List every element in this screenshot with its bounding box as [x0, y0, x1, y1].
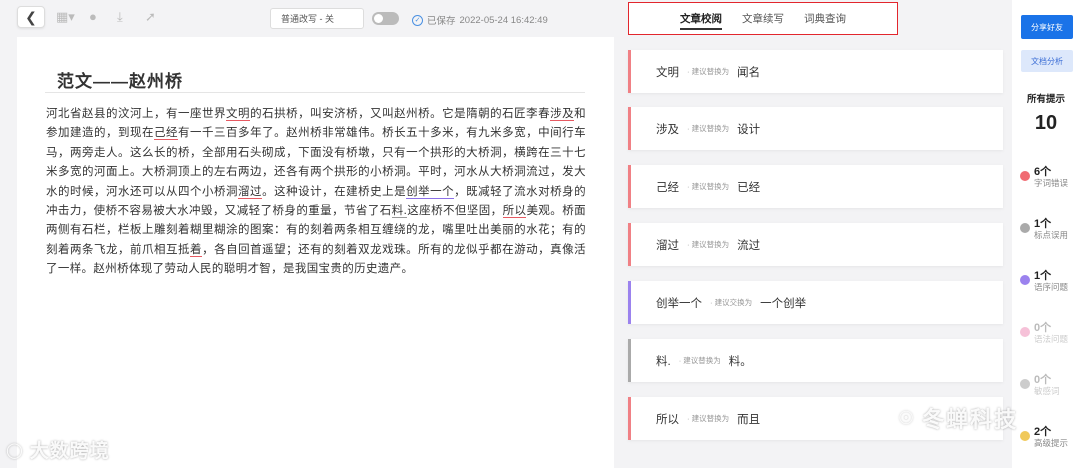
suggestion-hint: · 建议交换为: [710, 298, 753, 307]
rewrite-mode-label: 普通改写 - 关: [281, 14, 334, 24]
tab-dictionary[interactable]: 词典查询: [804, 11, 846, 26]
suggestion-type-bar: [628, 281, 631, 324]
right-sidebar: 分享好友 文档分析 所有提示 10 6个 字词错误 1个 标点误用 1个 语序问题 0个 语法…: [1012, 0, 1080, 468]
check-circle-icon: ✓: [412, 14, 423, 26]
suggestion-replacement[interactable]: 一个创举: [760, 295, 806, 311]
title-divider: [45, 92, 585, 93]
category-label: 敏感词: [1034, 386, 1060, 396]
suggestion-original: 文明: [656, 66, 679, 79]
suggestion-card[interactable]: 文明 · 建议替换为 闻名: [628, 50, 1003, 93]
document-analysis-button[interactable]: 文档分析: [1021, 50, 1073, 72]
category-label: 字词错误: [1034, 178, 1069, 188]
flagged-word[interactable]: 创举一个: [406, 185, 455, 199]
all-hints-count: 10: [1034, 112, 1058, 134]
category-dot-icon: [1020, 431, 1030, 441]
category-dot-icon: [1020, 327, 1030, 337]
document-body[interactable]: 河北省赵县的汶河上，有一座世界文明的石拱桥，叫安济桥，又叫赵州桥。它是隋朝的石匠…: [46, 105, 586, 280]
save-status: ✓ 已保存 2022-05-24 16:42:49: [412, 13, 548, 27]
tab-article-review[interactable]: 文章校阅: [680, 11, 722, 30]
category-label: 语序问题: [1034, 282, 1069, 292]
download-icon[interactable]: ⤓: [117, 10, 123, 24]
suggestion-original: 溜过: [656, 239, 679, 252]
suggestion-hint: · 建议替换为: [687, 182, 730, 191]
category-dot-icon: [1020, 171, 1030, 181]
hint-category[interactable]: 1个 语序问题: [1020, 267, 1080, 295]
editor-toolbar: ❮ ▦▾ ● ⤓ ➚ 普通改写 - 关 ✓ 已保存 2022-05-24 16:…: [0, 0, 614, 36]
flagged-word[interactable]: 溜过: [238, 185, 263, 199]
saved-time: 2022-05-24 16:42:49: [459, 14, 548, 26]
suggestion-card[interactable]: 己经 · 建议替换为 已经: [628, 165, 1003, 208]
suggestion-type-bar: [628, 223, 631, 266]
suggestion-original: 料.: [656, 355, 671, 368]
layout-icon[interactable]: ▦▾: [56, 10, 75, 24]
flagged-word[interactable]: 料.: [391, 205, 408, 219]
suggestion-type-bar: [628, 107, 631, 150]
flagged-word[interactable]: 所以: [502, 205, 527, 219]
suggestion-hint: · 建议替换为: [687, 67, 730, 76]
chevron-left-icon: ❮: [25, 8, 37, 25]
document-title[interactable]: 范文——赵州桥: [57, 67, 183, 92]
brand-logo-icon: ◯: [6, 441, 24, 459]
watermark-left: ◯ 大数跨境: [6, 436, 110, 463]
category-dot-icon: [1020, 379, 1030, 389]
category-dot-icon: [1020, 275, 1030, 285]
body-text: 这座桥不但坚固，: [407, 205, 503, 218]
share-button[interactable]: 分享好友: [1021, 15, 1073, 39]
hint-category[interactable]: 0个 敏感词: [1020, 371, 1080, 399]
cursor-icon[interactable]: ➚: [145, 10, 156, 24]
suggestion-hint: · 建议替换为: [687, 414, 730, 423]
suggestion-card[interactable]: 涉及 · 建议替换为 设计: [628, 107, 1003, 150]
suggestion-replacement[interactable]: 而且: [737, 411, 760, 427]
body-text: 的石拱桥，叫安济桥，又叫赵州桥。它是隋朝的石匠李春: [250, 108, 551, 120]
hint-category[interactable]: 1个 标点误用: [1020, 215, 1080, 243]
tab-article-continue[interactable]: 文章续写: [742, 11, 784, 26]
flagged-word[interactable]: 己经: [154, 127, 179, 141]
suggestion-replacement[interactable]: 设计: [737, 121, 760, 137]
watermark-left-text: 大数跨境: [29, 441, 110, 462]
document-editor[interactable]: 范文——赵州桥 河北省赵县的汶河上，有一座世界文明的石拱桥，叫安济桥，又叫赵州桥…: [17, 37, 614, 468]
suggestion-hint: · 建议替换为: [687, 240, 730, 249]
suggestion-replacement[interactable]: 闻名: [737, 64, 760, 80]
watermark-right-text: 冬蝉科技: [922, 407, 1019, 432]
category-dot-icon: [1020, 223, 1030, 233]
watermark-right: ☉ 冬蝉科技: [898, 402, 1018, 434]
flagged-word[interactable]: 着: [190, 243, 203, 257]
suggestion-hint: · 建议替换为: [678, 356, 721, 365]
all-hints-label: 所有提示: [1026, 94, 1065, 105]
hint-category[interactable]: 0个 语法问题: [1020, 319, 1080, 347]
suggestion-card[interactable]: 料. · 建议替换为 料。: [628, 339, 1003, 382]
suggestion-type-bar: [628, 165, 631, 208]
suggestion-replacement[interactable]: 流过: [737, 237, 760, 253]
tool-tabs: 文章校阅 文章续写 词典查询: [628, 2, 898, 35]
suggestion-card[interactable]: 创举一个 · 建议交换为 一个创举: [628, 281, 1003, 324]
suggestion-original: 所以: [656, 413, 679, 426]
suggestion-type-bar: [628, 50, 631, 93]
suggestion-replacement[interactable]: 料。: [729, 353, 752, 369]
rewrite-mode-select[interactable]: 普通改写 - 关: [270, 8, 364, 29]
category-label: 标点误用: [1034, 230, 1069, 240]
audio-icon[interactable]: ●: [89, 10, 97, 24]
suggestion-original: 己经: [656, 181, 679, 194]
saved-label: 已保存: [427, 16, 456, 27]
suggestion-type-bar: [628, 339, 631, 382]
suggestion-card[interactable]: 溜过 · 建议替换为 流过: [628, 223, 1003, 266]
hint-category[interactable]: 6个 字词错误: [1020, 163, 1080, 191]
body-text: 河北省赵县的汶河上，有一座世界: [46, 108, 227, 120]
suggestion-hint: · 建议替换为: [687, 124, 730, 133]
hint-category[interactable]: 2个 高级提示: [1020, 423, 1080, 451]
suggestions-panel: 文章校阅 文章续写 词典查询 文明 · 建议替换为 闻名 涉及 · 建议替换为 设计 己经 ·…: [614, 0, 1012, 468]
category-label: 高级提示: [1034, 438, 1069, 448]
suggestion-type-bar: [628, 397, 631, 440]
suggestion-original: 涉及: [656, 123, 679, 136]
mode-toggle[interactable]: [372, 12, 399, 25]
flagged-word[interactable]: 涉及: [550, 108, 575, 121]
category-label: 语法问题: [1034, 334, 1069, 344]
suggestion-replacement[interactable]: 已经: [737, 179, 760, 195]
body-text: 。这种设计，在建桥史上是: [262, 185, 407, 198]
back-button[interactable]: ❮: [17, 6, 45, 28]
wechat-icon: ☉: [898, 407, 917, 428]
flagged-word[interactable]: 文明: [226, 108, 251, 121]
suggestion-original: 创举一个: [656, 297, 702, 310]
